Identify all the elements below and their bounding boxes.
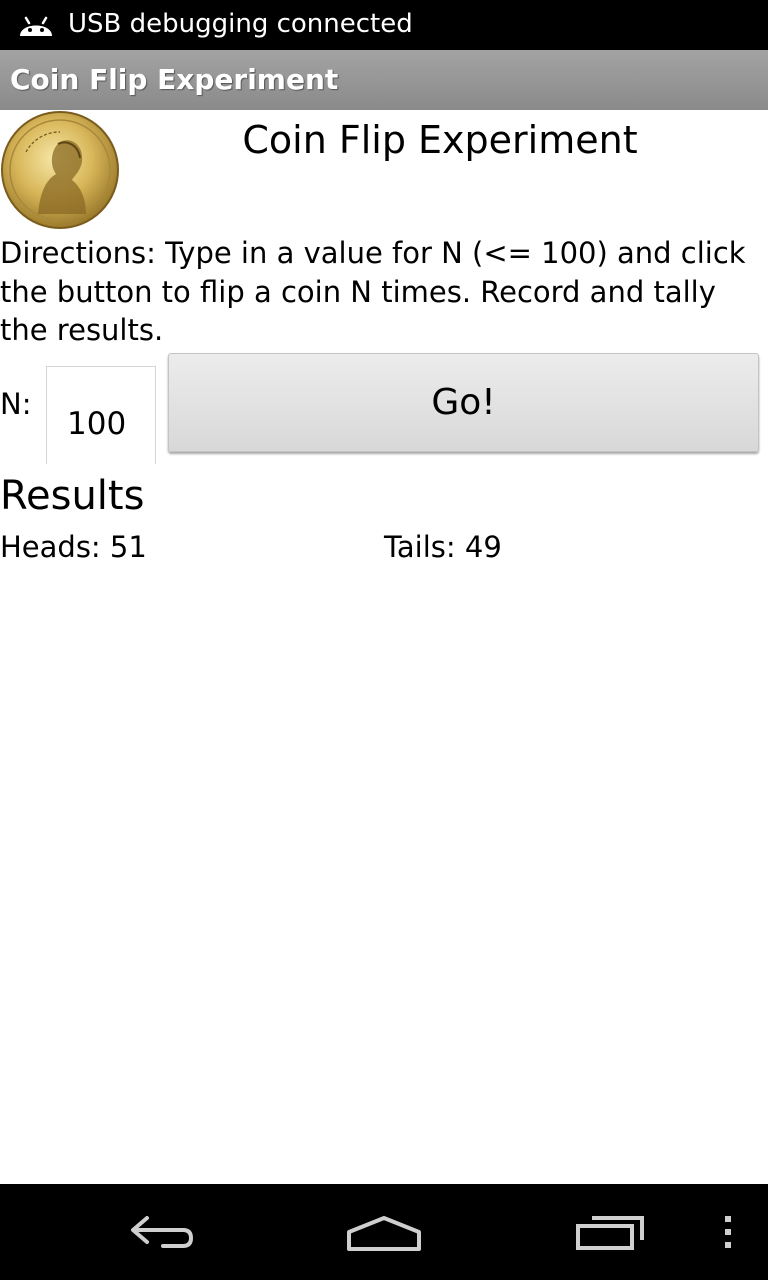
home-button[interactable] bbox=[334, 1184, 434, 1280]
recent-apps-icon bbox=[576, 1216, 644, 1250]
directions-text: Directions: Type in a value for N (<= 10… bbox=[0, 236, 746, 347]
n-input[interactable] bbox=[46, 366, 156, 464]
status-bar: USB debugging connected bbox=[0, 0, 768, 50]
navigation-bar bbox=[0, 1184, 768, 1280]
n-label: N: bbox=[0, 387, 32, 421]
overflow-menu-icon bbox=[725, 1216, 731, 1248]
home-icon bbox=[347, 1216, 421, 1251]
android-debug-icon bbox=[20, 16, 52, 36]
status-notification-text: USB debugging connected bbox=[68, 9, 413, 39]
heads-count: Heads: 51 bbox=[0, 530, 147, 564]
app-title: Coin Flip Experiment bbox=[10, 63, 339, 96]
tails-count: Tails: 49 bbox=[384, 530, 502, 564]
back-icon bbox=[131, 1216, 194, 1248]
action-bar: Coin Flip Experiment bbox=[0, 50, 768, 110]
go-button[interactable]: Go! bbox=[168, 353, 759, 452]
recent-apps-button[interactable] bbox=[560, 1184, 660, 1280]
results-heading: Results bbox=[0, 473, 145, 519]
page-title: Coin Flip Experiment bbox=[242, 118, 638, 162]
back-button[interactable] bbox=[110, 1184, 210, 1280]
overflow-menu-button[interactable] bbox=[708, 1184, 748, 1280]
liberty-coin-image bbox=[1, 111, 119, 229]
